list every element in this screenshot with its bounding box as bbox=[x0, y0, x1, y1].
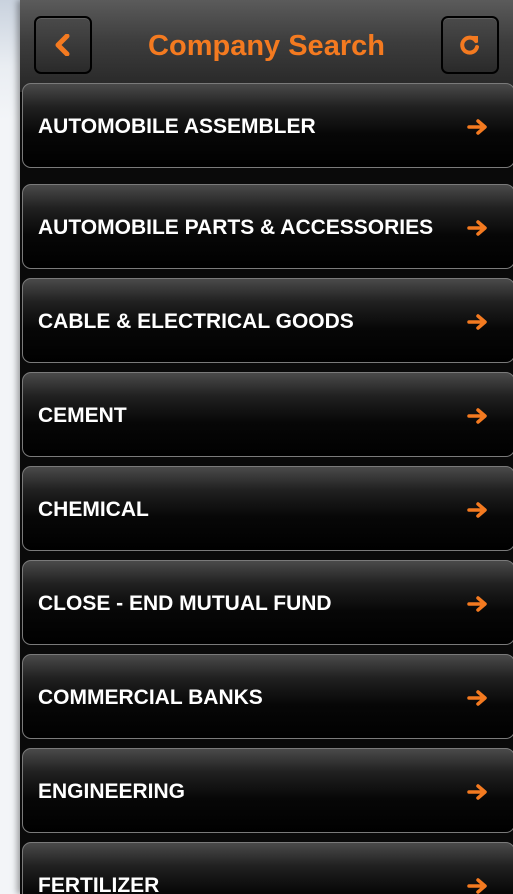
arrow-right-icon bbox=[466, 561, 490, 646]
list-item-label: COMMERCIAL BANKS bbox=[38, 686, 263, 709]
arrow-right-icon bbox=[466, 279, 490, 364]
back-button[interactable] bbox=[34, 16, 92, 74]
refresh-button[interactable] bbox=[441, 16, 499, 74]
list-item-label: AUTOMOBILE PARTS & ACCESSORIES bbox=[38, 216, 434, 239]
list-item-label: CLOSE - END MUTUAL FUND bbox=[38, 592, 332, 615]
list-item[interactable]: CABLE & ELECTRICAL GOODS bbox=[22, 278, 513, 363]
arrow-right-icon bbox=[466, 467, 490, 552]
list-item[interactable]: FERTILIZER bbox=[22, 842, 513, 894]
header-bar: Company Search bbox=[20, 0, 513, 92]
list-item[interactable]: COMMERCIAL BANKS bbox=[22, 654, 513, 739]
arrow-right-icon bbox=[466, 373, 490, 458]
list-item[interactable]: CLOSE - END MUTUAL FUND bbox=[22, 560, 513, 645]
list-item-label: FERTILIZER bbox=[38, 874, 160, 894]
list-item-label: CEMENT bbox=[38, 404, 127, 427]
chevron-left-icon bbox=[55, 34, 70, 56]
list-item-label: ENGINEERING bbox=[38, 780, 186, 803]
list-item[interactable]: AUTOMOBILE ASSEMBLER bbox=[22, 83, 513, 168]
page-title: Company Search bbox=[148, 30, 385, 62]
list-item-label: CHEMICAL bbox=[38, 498, 149, 521]
list-item[interactable]: AUTOMOBILE PARTS & ACCESSORIES bbox=[22, 184, 513, 269]
arrow-right-icon bbox=[466, 84, 490, 169]
arrow-right-icon bbox=[466, 843, 490, 894]
list-item[interactable]: CHEMICAL bbox=[22, 466, 513, 551]
app-screen: Company Search AUTOMOBILE ASSEMBLER AUTO… bbox=[20, 0, 513, 894]
arrow-right-icon bbox=[466, 185, 490, 270]
list-item-label: AUTOMOBILE ASSEMBLER bbox=[38, 115, 316, 138]
list-item-label: CABLE & ELECTRICAL GOODS bbox=[38, 310, 354, 333]
list-item[interactable]: CEMENT bbox=[22, 372, 513, 457]
arrow-right-icon bbox=[466, 655, 490, 740]
arrow-right-icon bbox=[466, 749, 490, 834]
refresh-icon bbox=[460, 35, 479, 55]
list-item[interactable]: ENGINEERING bbox=[22, 748, 513, 833]
